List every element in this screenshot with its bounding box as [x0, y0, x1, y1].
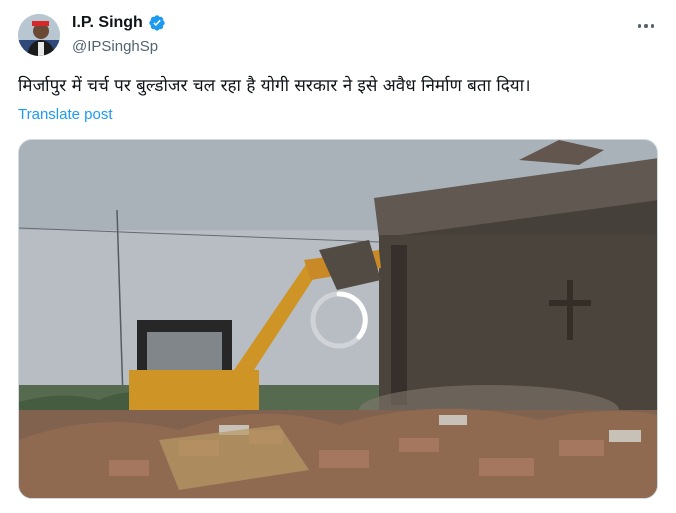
author-handle[interactable]: @IPSinghSp [72, 38, 158, 55]
translate-post-link[interactable]: Translate post [18, 106, 113, 123]
loading-spinner-icon [307, 288, 371, 352]
verified-badge-icon [148, 14, 166, 32]
more-horizontal-icon[interactable] [634, 18, 658, 34]
avatar[interactable] [18, 14, 60, 56]
tweet-text: मिर्जापुर में चर्च पर बुल्डोजर चल रहा है… [18, 76, 531, 96]
tweet-video[interactable] [18, 139, 658, 499]
tweet-card[interactable]: I.P. Singh @IPSinghSp मिर्जापुर में चर्च… [0, 0, 676, 513]
author-display-name[interactable]: I.P. Singh [72, 14, 143, 32]
author-name-row: I.P. Singh [72, 14, 166, 32]
